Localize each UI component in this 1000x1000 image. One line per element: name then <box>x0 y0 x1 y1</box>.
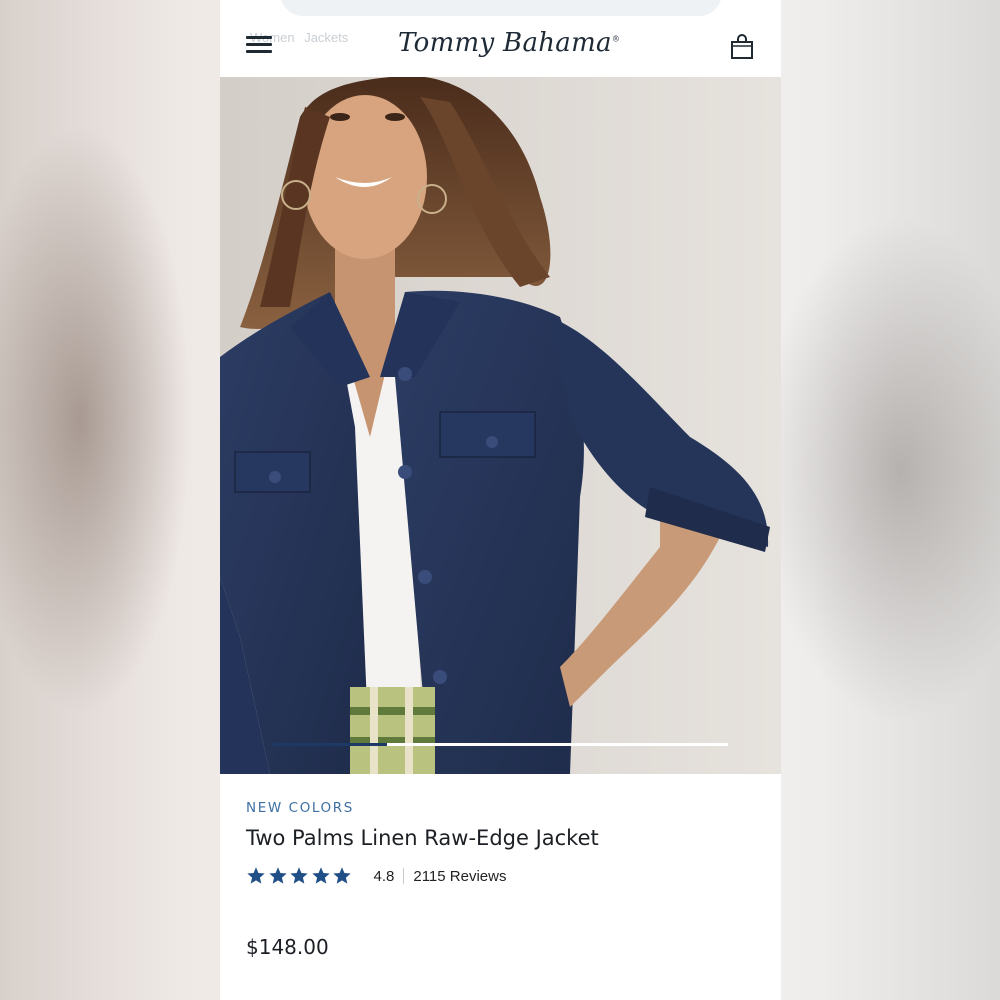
rating-row: 4.8 2115 Reviews <box>246 864 756 888</box>
product-image-carousel[interactable] <box>220 77 781 774</box>
search-bar[interactable] <box>280 0 722 16</box>
site-header: Women Jackets Tommy Bahama® <box>220 16 781 76</box>
brand-logo[interactable]: Tommy Bahama® <box>398 28 620 58</box>
registered-mark: ® <box>611 34 621 44</box>
shopping-bag-icon[interactable] <box>730 34 754 60</box>
star-icon <box>333 867 351 884</box>
brand-logo-text: Tommy Bahama <box>398 28 612 58</box>
rating-divider <box>403 868 405 884</box>
hamburger-menu-icon[interactable] <box>246 36 272 56</box>
product-price: $148.00 <box>246 935 329 959</box>
product-image <box>220 77 781 774</box>
new-colors-badge: NEW COLORS <box>246 800 354 816</box>
carousel-progress-track[interactable] <box>273 743 728 746</box>
star-icon <box>311 867 330 884</box>
carousel-progress-fill <box>273 743 387 746</box>
product-info: NEW COLORS Two Palms Linen Raw-Edge Jack… <box>246 800 756 888</box>
breadcrumb-item-jackets[interactable]: Jackets <box>304 30 348 45</box>
star-rating[interactable] <box>246 866 354 886</box>
rating-value: 4.8 <box>373 867 395 885</box>
phone-screen: Women Jackets Tommy Bahama® NEW COLORS T… <box>220 0 781 1000</box>
star-icon <box>268 867 287 884</box>
star-icon <box>290 867 308 884</box>
star-icon <box>247 867 265 884</box>
product-title: Two Palms Linen Raw-Edge Jacket <box>246 826 599 850</box>
reviews-link[interactable]: 2115 Reviews <box>413 868 506 885</box>
